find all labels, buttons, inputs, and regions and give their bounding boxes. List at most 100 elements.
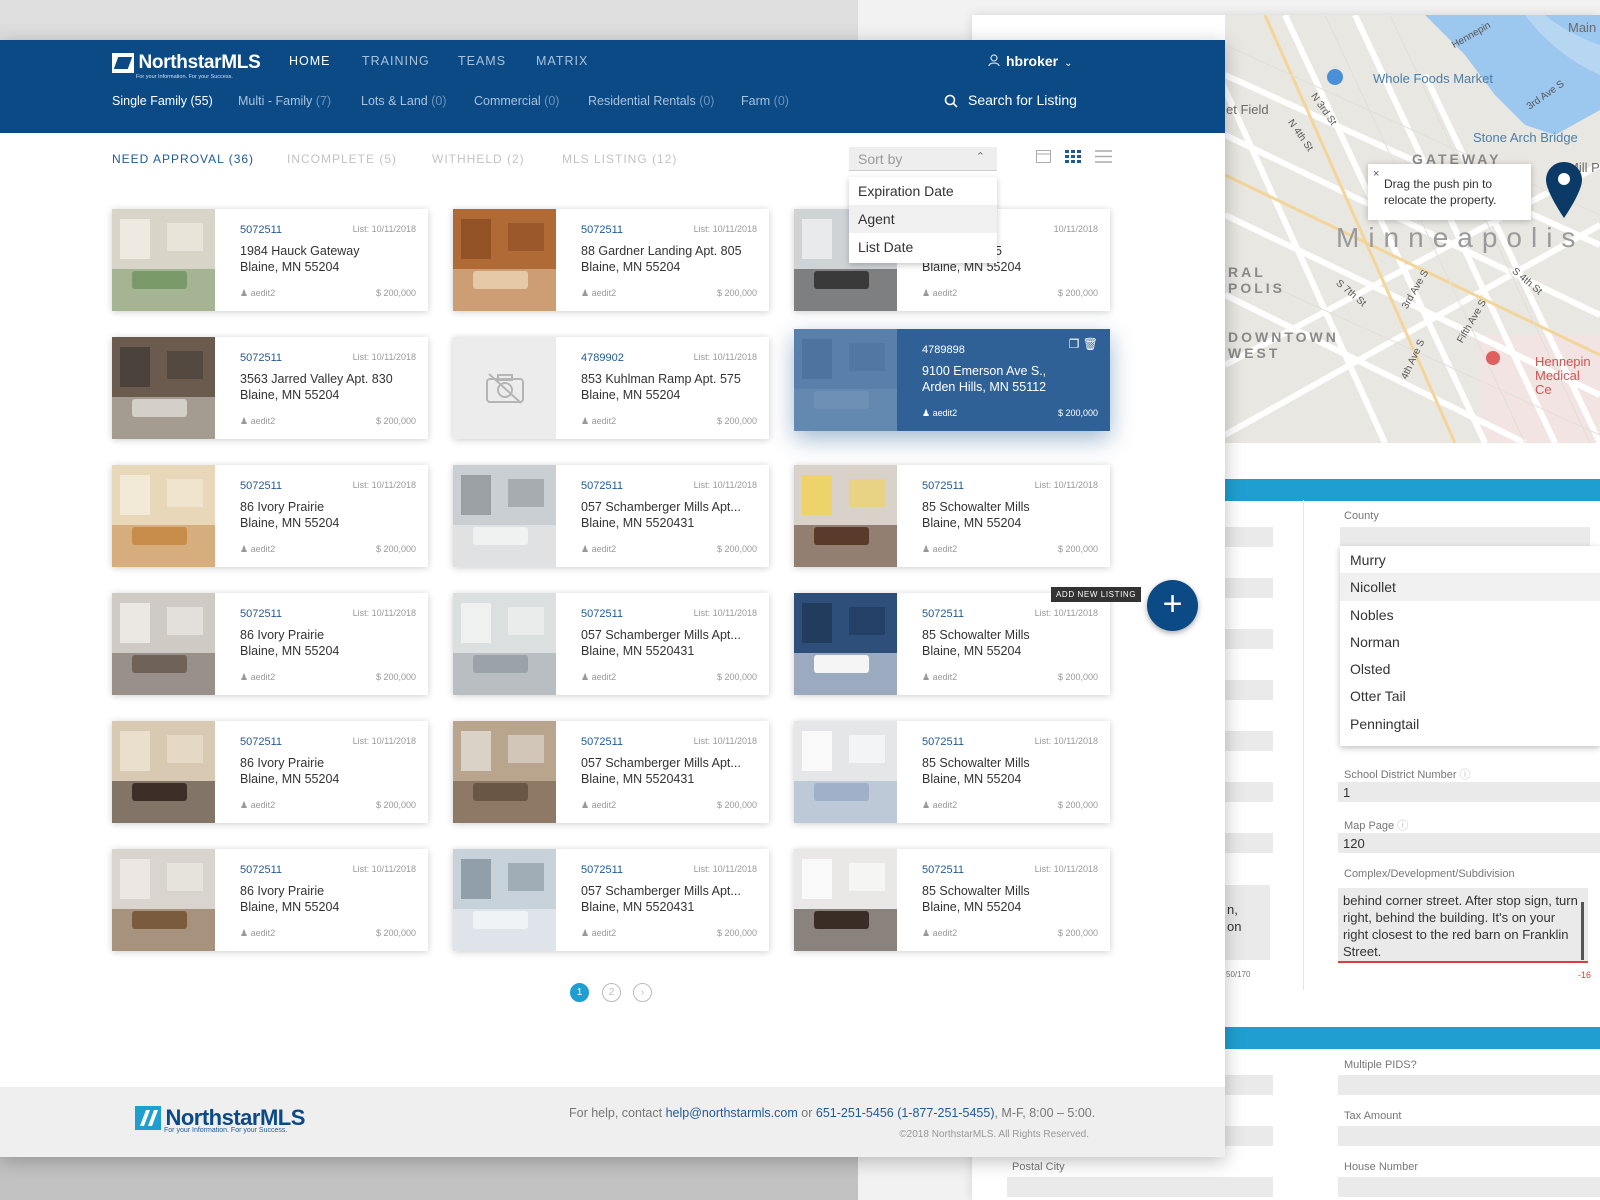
county-option[interactable]: Norman (1340, 628, 1600, 655)
left-field-5[interactable] (1225, 731, 1273, 751)
listing-card[interactable]: 5072511 List: 10/11/2018 3563 Jarred Valle… (112, 337, 428, 439)
tax-amount-input[interactable] (1338, 1126, 1600, 1146)
listing-card[interactable]: 5072511 List: 10/11/2018 85 Schowalter Mil… (794, 593, 1110, 695)
left-field-2[interactable] (1225, 578, 1273, 598)
listing-card[interactable]: 5072511 List: 10/11/2018 86 Ivory Prairie B… (112, 721, 428, 823)
next-page-button[interactable]: › (633, 983, 652, 1002)
sort-option-expiration-date[interactable]: Expiration Date (849, 177, 997, 205)
listing-mls-number[interactable]: 5072511 (922, 480, 964, 492)
left-field-1[interactable] (1225, 527, 1273, 547)
help-phone-link[interactable]: 651-251-5456 (1-877-251-5455) (816, 1106, 995, 1120)
listing-card[interactable]: 5072511 List: 10/11/2018 85 Schowalter Mil… (794, 721, 1110, 823)
page-button[interactable]: 2 (602, 983, 621, 1002)
page-button[interactable]: 1 (570, 983, 589, 1002)
left-field-6[interactable] (1225, 782, 1273, 802)
listing-mls-number[interactable]: 5072511 (240, 224, 282, 236)
single-view-icon[interactable] (1036, 150, 1051, 163)
county-option[interactable]: Olsted (1340, 655, 1600, 682)
listing-card[interactable]: 5072511 List: 10/11/2018 057 Schamberger M… (453, 465, 769, 567)
left-field-7[interactable] (1225, 833, 1273, 853)
listing-card[interactable]: 5072511 List: 10/11/2018 85 Schowalter Mil… (794, 849, 1110, 951)
listing-card[interactable]: 5072511 List: 10/11/2018 057 Schamberger M… (453, 593, 769, 695)
category-commercial[interactable]: Commercial (0) (474, 94, 559, 108)
county-option[interactable]: Nicollet (1340, 573, 1600, 601)
listing-mls-number[interactable]: 5072511 (240, 480, 282, 492)
county-option[interactable]: Penningtail (1340, 710, 1600, 737)
listing-card[interactable]: 4789898 9100 Emerson Ave S., Arden Hills, … (794, 329, 1110, 431)
county-select[interactable] (1340, 527, 1590, 547)
sort-dropdown[interactable]: Expiration Date Agent List Date (849, 177, 997, 263)
listing-mls-number[interactable]: 5072511 (922, 608, 964, 620)
listing-mls-number[interactable]: 5072511 (581, 864, 623, 876)
form-column-divider (1303, 500, 1304, 990)
listing-mls-number[interactable]: 5072511 (581, 224, 623, 236)
push-pin-icon[interactable] (1546, 162, 1582, 218)
nav-home[interactable]: HOME (289, 54, 331, 68)
listing-mls-number[interactable]: 5072511 (922, 864, 964, 876)
search-listing-button[interactable]: Search for Listing (944, 92, 1077, 108)
tab-need-approval[interactable]: NEED APPROVAL (36) (112, 152, 254, 166)
tab-mls-listing[interactable]: MLS LISTING (12) (562, 152, 677, 166)
listing-card[interactable]: 5072511 List: 10/11/2018 1984 Hauck Gatewa… (112, 209, 428, 311)
listing-card[interactable]: 5072511 List: 10/11/2018 86 Ivory Prairie B… (112, 465, 428, 567)
listing-mls-number[interactable]: 4789902 (581, 352, 624, 364)
trash-icon[interactable]: 🗑 (1083, 337, 1098, 351)
nav-training[interactable]: TRAINING (362, 54, 430, 68)
footer-logo[interactable]: NorthstarMLS For your Information. For y… (135, 1105, 305, 1134)
left-field-4[interactable] (1225, 680, 1273, 700)
brand-logo[interactable]: NorthstarMLS For your Information. For y… (112, 52, 261, 80)
copy-icon[interactable]: ❐ (1069, 337, 1080, 351)
sort-option-agent[interactable]: Agent (849, 205, 997, 233)
left-field-8[interactable] (1225, 1075, 1273, 1095)
listing-mls-number[interactable]: 5072511 (240, 864, 282, 876)
listing-mls-number[interactable]: 5072511 (240, 608, 282, 620)
nav-teams[interactable]: TEAMS (458, 54, 506, 68)
help-email-link[interactable]: help@northstarmls.com (666, 1106, 798, 1120)
listing-card[interactable]: 5072511 List: 10/11/2018 057 Schamberger M… (453, 721, 769, 823)
list-view-icon[interactable] (1095, 150, 1112, 163)
listing-card[interactable]: 5072511 List: 10/11/2018 88 Gardner Landin… (453, 209, 769, 311)
listing-card[interactable]: 4789902 List: 10/11/2018 853 Kuhlman Ramp … (453, 337, 769, 439)
postal-city-input[interactable] (1007, 1177, 1273, 1197)
listing-mls-number[interactable]: 5072511 (240, 352, 282, 364)
textarea-scrollbar[interactable] (1581, 902, 1584, 960)
left-field-9[interactable] (1225, 1126, 1273, 1146)
tab-incomplete[interactable]: INCOMPLETE (5) (287, 152, 397, 166)
map-tooltip-close[interactable]: × (1373, 166, 1379, 182)
left-field-3[interactable] (1225, 629, 1273, 649)
county-option[interactable]: Nobles (1340, 601, 1600, 628)
listing-agent: ♟ aedit2 (240, 672, 275, 683)
sort-by-select[interactable]: Sort by ⌃ (849, 147, 997, 171)
map-page-input[interactable]: 120 (1338, 833, 1600, 853)
county-option[interactable]: Murry (1340, 546, 1600, 573)
county-dropdown[interactable]: Murry Nicollet Nobles Norman Olsted Otte… (1340, 546, 1600, 746)
category-multi-family[interactable]: Multi - Family (7) (238, 94, 331, 108)
category-residential-rentals[interactable]: Residential Rentals (0) (588, 94, 714, 108)
listing-card[interactable]: 5072511 List: 10/11/2018 86 Ivory Prairie B… (112, 593, 428, 695)
listing-mls-number[interactable]: 5072511 (922, 736, 964, 748)
school-district-input[interactable]: 1 (1338, 782, 1600, 802)
listing-card[interactable]: 5072511 List: 10/11/2018 85 Schowalter Mil… (794, 465, 1110, 567)
tab-withheld[interactable]: WITHHELD (2) (432, 152, 525, 166)
county-option[interactable]: Otter Tail (1340, 682, 1600, 709)
house-number-input[interactable] (1338, 1177, 1600, 1197)
sort-option-list-date[interactable]: List Date (849, 233, 997, 261)
multiple-pids-input[interactable] (1338, 1075, 1600, 1095)
user-menu[interactable]: hbroker ⌄ (988, 53, 1073, 69)
listing-mls-number[interactable]: 5072511 (581, 480, 623, 492)
listing-mls-number[interactable]: 5072511 (581, 608, 623, 620)
listing-mls-number[interactable]: 4789898 (922, 344, 965, 356)
listing-address-line1: 853 Kuhlman Ramp Apt. 575 (581, 372, 741, 386)
add-listing-button[interactable]: + (1147, 580, 1198, 631)
listing-photo (453, 209, 556, 311)
category-lots-land[interactable]: Lots & Land (0) (361, 94, 446, 108)
nav-matrix[interactable]: MATRIX (536, 54, 588, 68)
complex-textarea[interactable]: behind corner street. After stop sign, t… (1338, 888, 1588, 963)
grid-view-icon[interactable] (1065, 150, 1082, 163)
category-farm[interactable]: Farm (0) (741, 94, 789, 108)
listing-card[interactable]: 5072511 List: 10/11/2018 86 Ivory Prairie B… (112, 849, 428, 951)
listing-mls-number[interactable]: 5072511 (240, 736, 282, 748)
listing-mls-number[interactable]: 5072511 (581, 736, 623, 748)
listing-card[interactable]: 5072511 List: 10/11/2018 057 Schamberger M… (453, 849, 769, 951)
category-single-family[interactable]: Single Family (55) (112, 94, 213, 108)
